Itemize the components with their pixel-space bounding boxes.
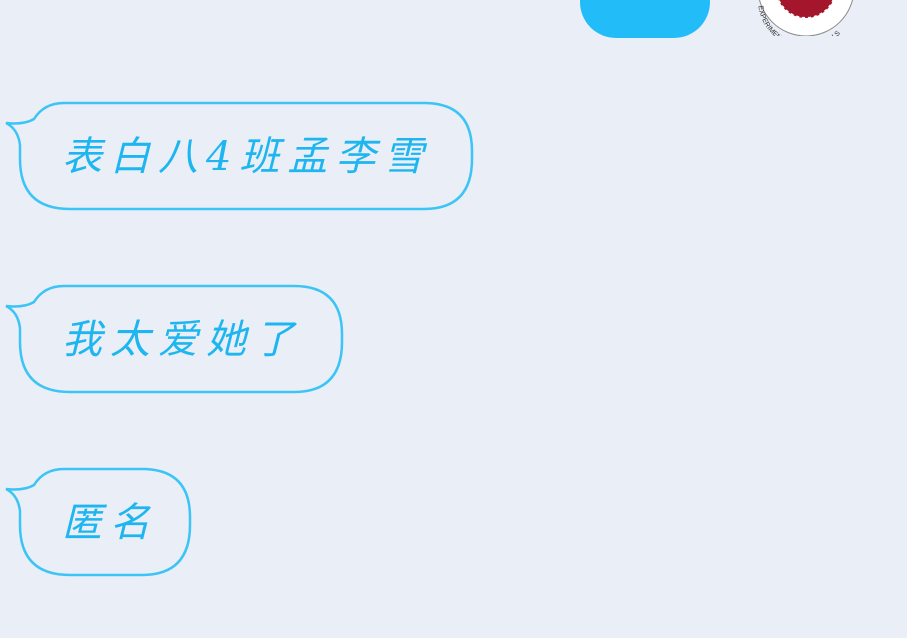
message-text: 匿名 (62, 500, 158, 546)
message-bubble[interactable]: 我太爱她了 (4, 284, 346, 396)
send-button[interactable] (580, 0, 710, 38)
message-text: 表白八4班孟李雪 (62, 134, 432, 180)
message-bubble[interactable]: 表白八4班孟李雪 (4, 101, 474, 213)
message-text: 我太爱她了 (62, 317, 302, 363)
chat-screen: EXPERIMENTAL JUNIOR HIGH S 表白八4班孟李雪 我太爱她… (0, 0, 907, 638)
school-emblem-icon: EXPERIMENTAL JUNIOR HIGH S (756, 0, 853, 36)
message-bubble[interactable]: 匿名 (4, 467, 194, 579)
